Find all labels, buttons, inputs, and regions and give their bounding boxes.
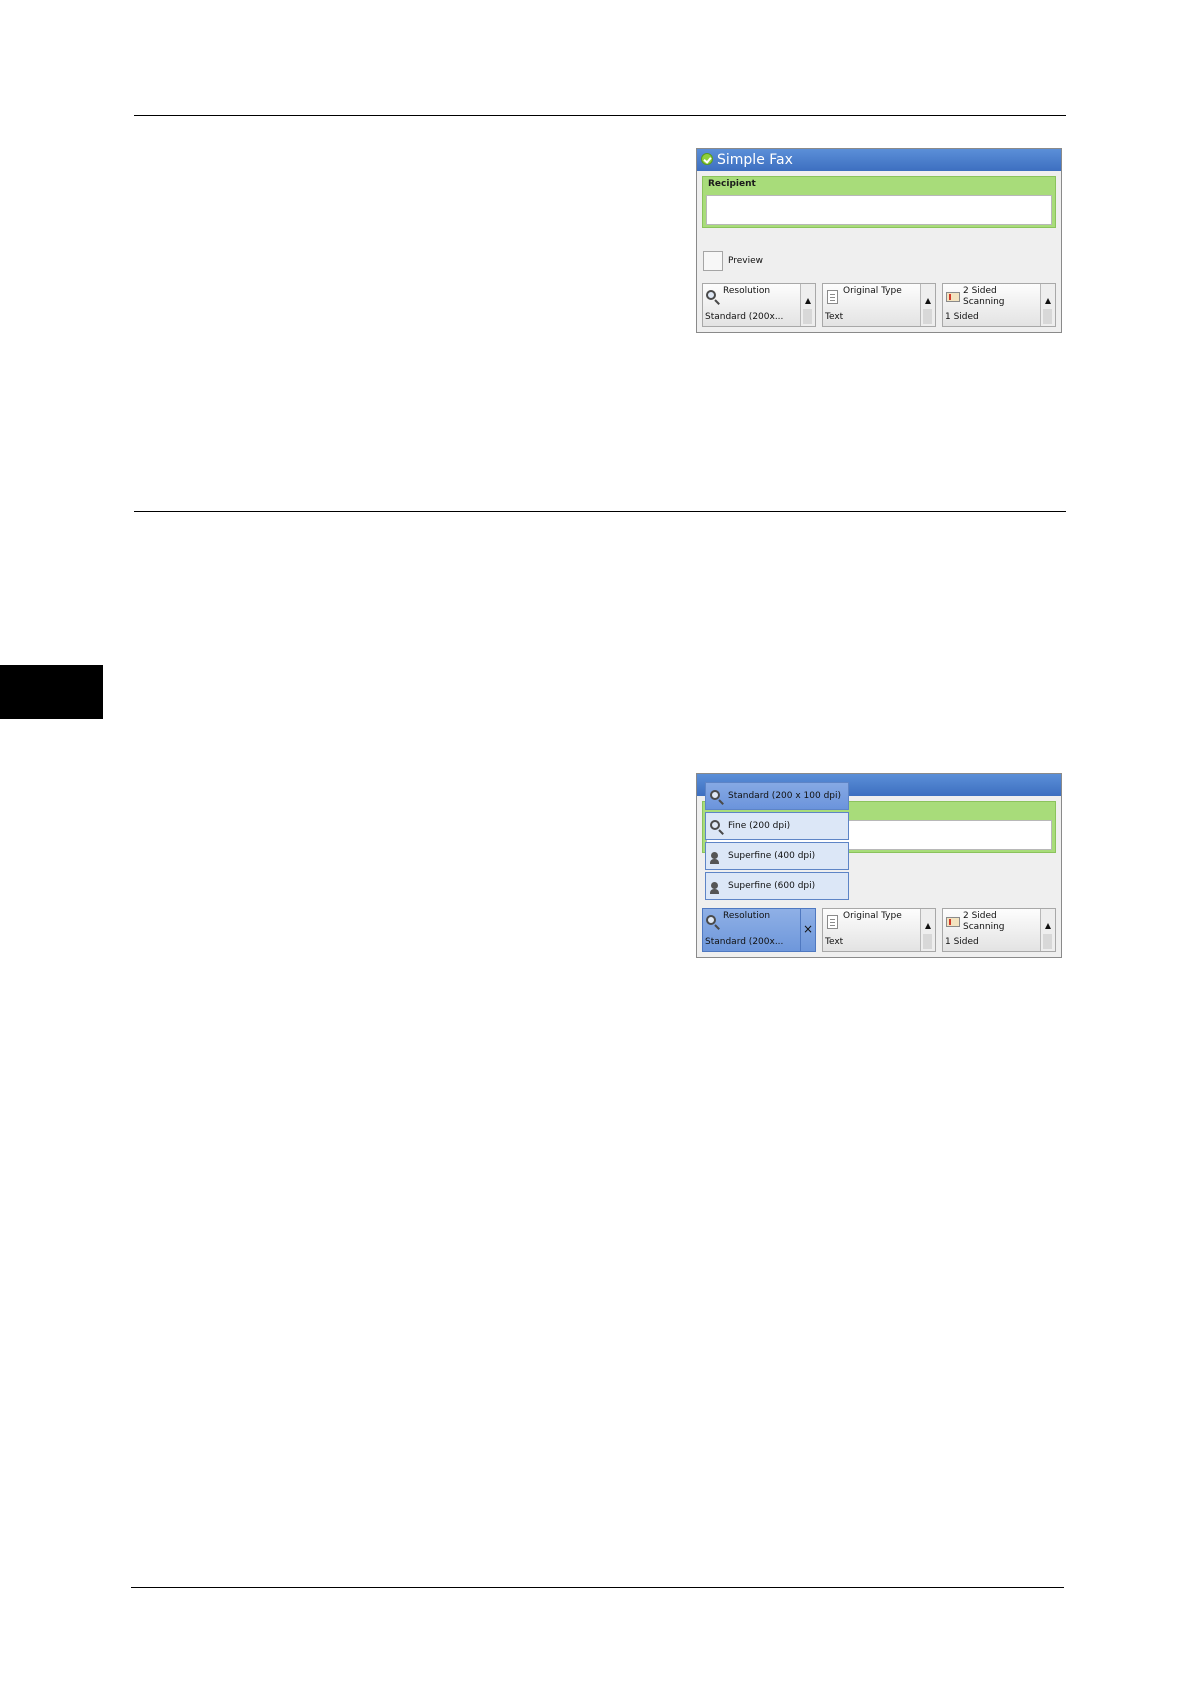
panel-title: Simple Fax (717, 152, 793, 168)
document-icon (826, 915, 840, 929)
feature-name: Resolution (723, 911, 771, 921)
scroll-up-control[interactable] (920, 909, 935, 951)
original-type-button[interactable]: Original Type Text (822, 283, 936, 327)
arrow-up-icon (805, 298, 811, 304)
magnifier-icon (710, 790, 724, 805)
recipient-input[interactable] (706, 195, 1052, 225)
scroll-up-control[interactable] (800, 284, 815, 326)
scroll-up-control[interactable] (920, 284, 935, 326)
option-label: Superfine (400 dpi) (728, 851, 816, 861)
two-sided-scanning-button[interactable]: 2 Sided Scanning 1 Sided (942, 908, 1056, 952)
feature-name: 2 Sided Scanning (963, 911, 1005, 932)
feature-name: Original Type (843, 286, 902, 296)
preview-checkbox[interactable] (703, 251, 723, 271)
feature-value: 1 Sided (945, 937, 979, 947)
magnifier-icon (710, 820, 724, 835)
close-icon: × (803, 922, 814, 936)
panel-title-bar: Simple Fax (697, 149, 1061, 171)
magnifier-icon (706, 290, 720, 305)
resolution-option-superfine-600[interactable]: Superfine (600 dpi) (705, 872, 849, 900)
check-icon (701, 153, 713, 165)
simple-fax-panel-dropdown: Standard (200 x 100 dpi) Fine (200 dpi) … (696, 773, 1062, 958)
feature-value: Text (825, 937, 844, 947)
feature-name: 2 Sided Scanning (963, 286, 1005, 307)
resolution-button[interactable]: Resolution Standard (200x... × (702, 908, 816, 952)
chapter-side-tab (0, 665, 103, 719)
simple-fax-panel: Simple Fax Recipient Preview Resolution … (696, 148, 1062, 333)
preview-label: Preview (728, 256, 764, 266)
resolution-button[interactable]: Resolution Standard (200x... (702, 283, 816, 327)
bottom-rule (131, 1587, 1064, 1588)
recipient-area: Recipient (702, 176, 1056, 228)
feature-name: Resolution (723, 286, 771, 296)
option-label: Fine (200 dpi) (728, 821, 791, 831)
person-magnifier-icon (710, 850, 724, 864)
arrow-up-icon (1045, 298, 1051, 304)
feature-value: Text (825, 312, 844, 322)
middle-rule (134, 511, 1066, 512)
resolution-option-superfine-400[interactable]: Superfine (400 dpi) (705, 842, 849, 870)
recipient-label: Recipient (708, 179, 756, 189)
original-type-button[interactable]: Original Type Text (822, 908, 936, 952)
person-magnifier-icon (710, 880, 724, 894)
close-dropdown-control[interactable]: × (800, 909, 815, 951)
top-rule (134, 115, 1066, 116)
document-icon (826, 290, 840, 304)
two-sided-icon (946, 915, 960, 929)
feature-value: Standard (200x... (705, 937, 784, 947)
arrow-up-icon (925, 923, 931, 929)
two-sided-icon (946, 290, 960, 304)
feature-name: Original Type (843, 911, 902, 921)
option-label: Superfine (600 dpi) (728, 881, 816, 891)
feature-value: Standard (200x... (705, 312, 784, 322)
arrow-up-icon (1045, 923, 1051, 929)
arrow-up-icon (925, 298, 931, 304)
feature-value: 1 Sided (945, 312, 979, 322)
two-sided-scanning-button[interactable]: 2 Sided Scanning 1 Sided (942, 283, 1056, 327)
option-label: Standard (200 x 100 dpi) (728, 791, 842, 801)
scroll-up-control[interactable] (1040, 909, 1055, 951)
scroll-up-control[interactable] (1040, 284, 1055, 326)
resolution-option-fine[interactable]: Fine (200 dpi) (705, 812, 849, 840)
resolution-option-standard[interactable]: Standard (200 x 100 dpi) (705, 782, 849, 810)
magnifier-icon (706, 915, 720, 930)
